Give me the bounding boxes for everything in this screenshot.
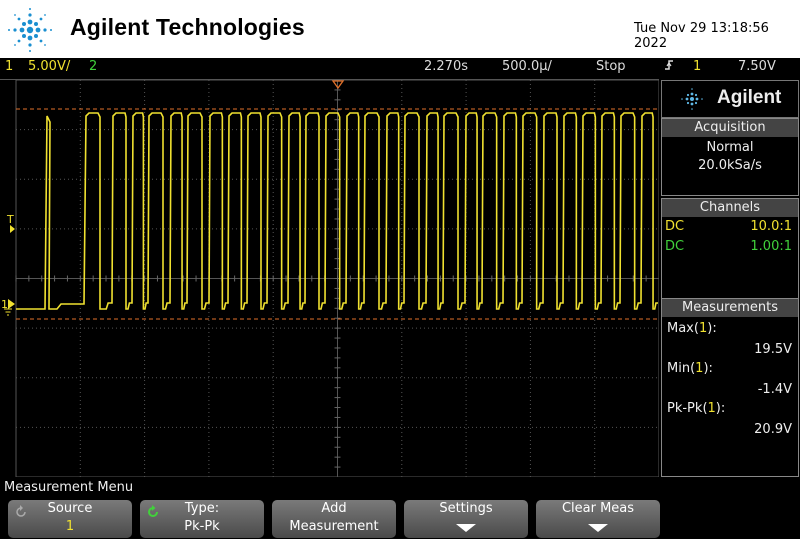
menu-title: Measurement Menu	[4, 480, 134, 495]
meas-pkpk-value: 20.9V	[754, 422, 792, 437]
trigger-source[interactable]: 1	[693, 59, 701, 74]
meas-max-label: Max(1):	[667, 321, 717, 336]
meas-max-value: 19.5V	[754, 342, 792, 357]
meas-pkpk-label: Pk-Pk(1):	[667, 401, 726, 416]
agilent-spark-logo-icon	[8, 8, 52, 52]
acquisition-title: Acquisition	[662, 119, 798, 137]
trigger-level[interactable]: 7.50V	[738, 59, 776, 74]
side-panel: Agilent Acquisition Normal 20.0kSa/s Cha…	[660, 80, 800, 477]
timebase-scale[interactable]: 500.0μ/	[502, 59, 552, 74]
softkey-add-sublabel: Measurement	[289, 519, 379, 534]
softkey-add-label: Add	[321, 501, 347, 516]
softkey-source[interactable]: Source 1	[8, 500, 132, 538]
measurements-title: Measurements	[662, 299, 798, 317]
softkey-settings[interactable]: Settings	[404, 500, 528, 538]
header-bar: Agilent Technologies Tue Nov 29 13:18:56…	[0, 0, 800, 58]
submenu-arrow-icon	[456, 524, 476, 532]
ch1-probe: 10.0:1	[750, 219, 792, 234]
trigger-arrow-icon	[10, 225, 15, 233]
sample-rate: 20.0kSa/s	[698, 158, 762, 173]
trigger-edge-icon	[664, 58, 674, 76]
acquisition-mode: Normal	[706, 140, 754, 155]
agilent-badge: Agilent	[661, 80, 799, 118]
brand-title: Agilent Technologies	[70, 14, 305, 40]
status-bar: 1 5.00V/ 2 2.270s 500.0μ/ Stop 1 7.50V	[0, 58, 800, 78]
horizontal-position[interactable]: 2.270s	[424, 59, 468, 74]
ch1-coupling: DC	[665, 219, 685, 234]
softkey-source-value: 1	[65, 519, 75, 534]
submenu-arrow-icon	[588, 524, 608, 532]
channel-row-1: DC 10.0:1	[662, 219, 798, 239]
meas-min-label: Min(1):	[667, 361, 713, 376]
ch1-number[interactable]: 1	[5, 59, 13, 74]
meas-min-value: -1.4V	[757, 382, 792, 397]
ch1-scale[interactable]: 5.00V/	[28, 59, 70, 74]
acquisition-box[interactable]: Acquisition Normal 20.0kSa/s	[661, 118, 799, 196]
softkey-add-measurement[interactable]: Add Measurement	[272, 500, 396, 538]
ch2-coupling: DC	[665, 239, 685, 254]
softkey-clear-label: Clear Meas	[561, 501, 635, 516]
run-state[interactable]: Stop	[596, 59, 626, 74]
agilent-badge-spark-icon	[681, 88, 703, 110]
graticule: T 1	[1, 79, 660, 478]
agilent-badge-text: Agilent	[717, 87, 782, 108]
channels-box[interactable]: Channels DC 10.0:1 DC 1.00:1	[661, 198, 799, 300]
softkey-type[interactable]: Type: Pk-Pk	[140, 500, 264, 538]
softkey-type-value: Pk-Pk	[184, 519, 220, 534]
waveform-display[interactable]: T 1	[0, 79, 660, 478]
softkey-clear-meas[interactable]: Clear Meas	[536, 500, 660, 538]
channel-row-2: DC 1.00:1	[662, 239, 798, 259]
channels-title: Channels	[662, 199, 798, 217]
ch1-ground-arrow-icon	[8, 299, 15, 309]
ch2-number[interactable]: 2	[89, 59, 97, 74]
softkey-source-label: Source	[47, 501, 93, 516]
datetime-readout: Tue Nov 29 13:18:56 2022	[634, 21, 769, 51]
ch2-probe: 1.00:1	[750, 239, 792, 254]
softkey-type-label: Type:	[184, 501, 220, 516]
trigger-marker[interactable]: T	[6, 213, 14, 226]
measurements-box[interactable]: Measurements Max(1): 19.5V Min(1): -1.4V…	[661, 298, 799, 477]
softkey-settings-label: Settings	[439, 501, 493, 516]
